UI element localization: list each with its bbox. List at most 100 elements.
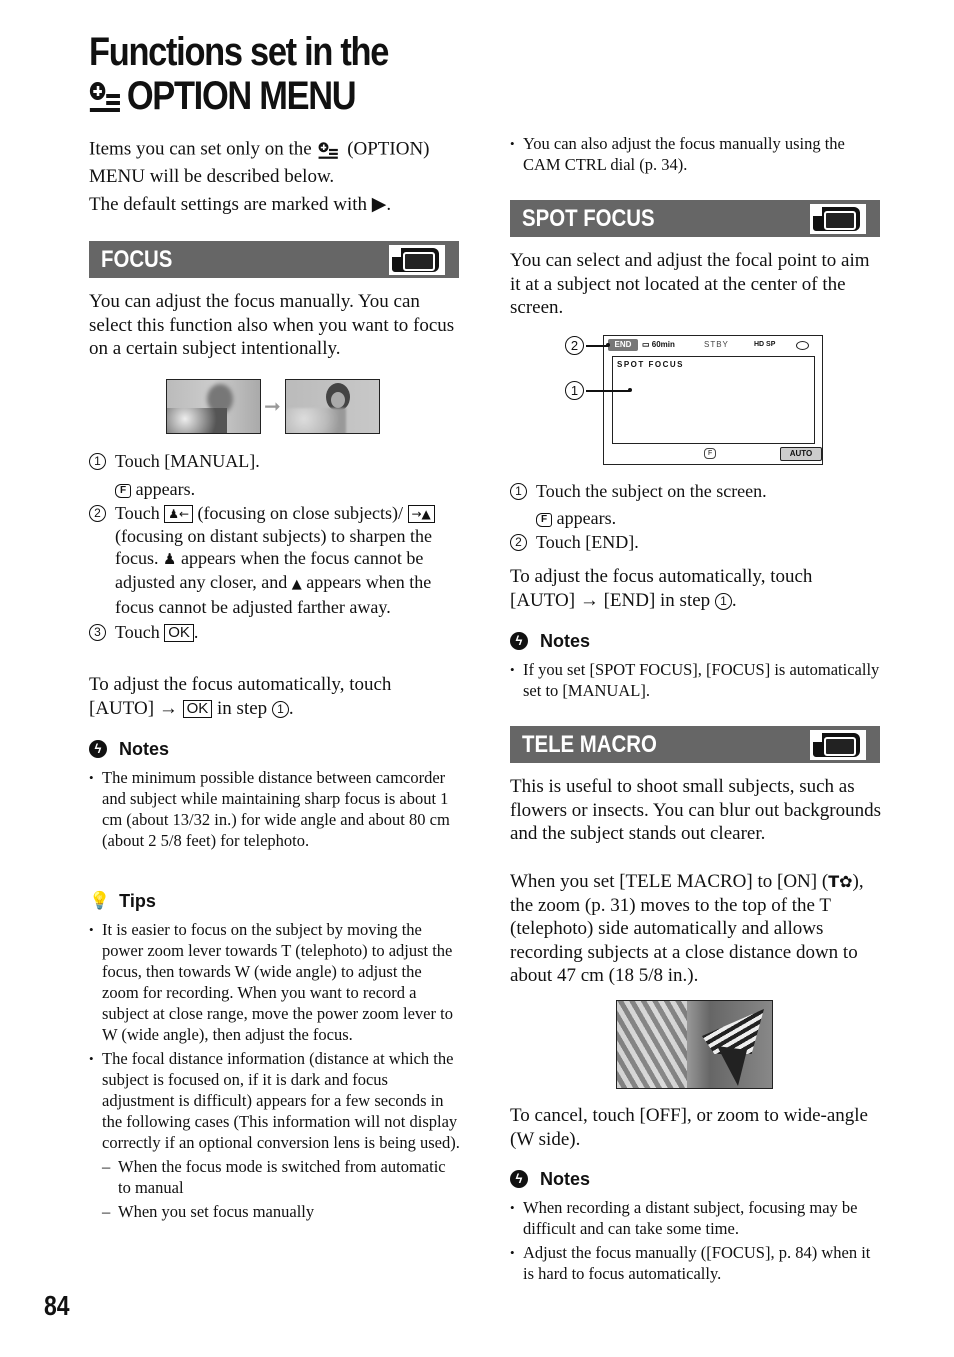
camera-mode-icon: [810, 204, 866, 234]
standby-status: STBY: [704, 340, 729, 349]
callout-number: 1: [565, 381, 584, 400]
tips-label: Tips: [119, 891, 156, 911]
step-number: 1: [510, 483, 527, 500]
focus-before-image: [166, 379, 261, 434]
step-text: Touch the subject on the screen.: [536, 481, 767, 501]
manual-focus-icon: F: [704, 448, 717, 459]
spot-focus-step-2: 2 Touch [END].: [510, 531, 882, 554]
auto-button: AUTO: [780, 447, 822, 461]
page-title: Functions set in the OPTION MENU: [89, 30, 389, 118]
tips-lightbulb-icon: 💡: [89, 891, 111, 911]
arrow-right-icon: ➞: [264, 394, 281, 418]
focus-tips-list: It is easier to focus on the subject by …: [89, 919, 461, 1222]
focus-after-image: [285, 379, 380, 434]
tele-macro-section-banner: TELE MACRO: [510, 726, 880, 763]
tele-macro-icon: T✿: [828, 872, 853, 891]
step-number: 1: [714, 592, 732, 610]
step-number: 2: [510, 534, 527, 551]
spot-focus-step-1: 1 Touch the subject on the screen. F app…: [510, 480, 882, 529]
step-number: 1: [271, 700, 289, 718]
focus-near-button: ♟←: [164, 505, 194, 523]
spot-focus-description: You can select and adjust the focal poin…: [510, 250, 870, 318]
intro-text-a: Items you can set only on the: [89, 138, 312, 160]
recording-quality: HD SP: [754, 341, 776, 348]
tele-macro-description: This is useful to shoot small subjects, …: [510, 776, 881, 844]
tip-item: You can also adjust the focus manually u…: [510, 133, 882, 175]
tele-macro-notes-header: ϟ Notes: [510, 1168, 882, 1190]
notes-label: Notes: [540, 1169, 591, 1189]
battery-time: 60min: [651, 340, 675, 349]
page-title-line2: OPTION MENU: [126, 74, 357, 118]
manual-focus-icon: F: [536, 512, 553, 527]
step-number: 2: [89, 505, 106, 522]
step-text: (focusing on close subjects)/: [197, 503, 403, 523]
option-menu-icon: [318, 142, 339, 159]
auto-text: in step: [217, 697, 268, 719]
media-icon: [796, 341, 809, 350]
spot-focus-lcd-screen: END ▭ 60min STBY HD SP SPOT FOCUS F AUTO: [603, 335, 823, 465]
auto-text: To adjust the focus automatically, touch…: [510, 566, 813, 611]
callout-number: 2: [565, 336, 584, 355]
far-limit-icon: ▲: [291, 576, 302, 592]
step-text: Touch: [115, 503, 160, 523]
end-button: END: [608, 339, 638, 351]
tele-macro-on-description: When you set [TELE MACRO] to [ON] (T✿), …: [510, 870, 882, 988]
focus-tips-continued: You can also adjust the focus manually u…: [510, 133, 882, 178]
spot-focus-notes-list: If you set [SPOT FOCUS], [FOCUS] is auto…: [510, 659, 882, 704]
focus-steps: 1 Touch [MANUAL]. F appears. 2 Touch ♟← …: [89, 450, 461, 643]
default-settings-note: The default settings are marked with ▶.: [89, 194, 392, 215]
near-limit-icon: ♟: [163, 550, 177, 568]
ok-button: OK: [182, 699, 213, 718]
tip-item: The focal distance information (distance…: [89, 1048, 461, 1153]
tip-item: It is easier to focus on the subject by …: [89, 919, 461, 1045]
notes-icon: ϟ: [89, 740, 107, 758]
step-number: 1: [89, 453, 106, 470]
option-menu-icon: [89, 81, 122, 112]
notes-icon: ϟ: [510, 632, 528, 650]
tip-subitem: When you set focus manually: [89, 1201, 461, 1222]
spot-focus-notes-header: ϟ Notes: [510, 630, 882, 652]
focus-notes-list: The minimum possible distance between ca…: [89, 767, 461, 854]
intro-paragraph: Items you can set only on the (OPTION) M…: [89, 135, 461, 189]
focus-step-3: 3 Touch OK.: [89, 621, 461, 644]
focus-step-2: 2 Touch ♟← (focusing on close subjects)/…: [89, 502, 461, 619]
callout-1: 1: [565, 381, 632, 401]
battery-indicator: ▭ 60min: [642, 340, 675, 349]
callout-2: 2: [565, 336, 610, 356]
spot-focus-heading: SPOT FOCUS: [522, 205, 655, 232]
tip-subitem: When the focus mode is switched from aut…: [89, 1156, 461, 1198]
lcd-touch-area: SPOT FOCUS: [612, 356, 815, 444]
spot-focus-section-banner: SPOT FOCUS: [510, 200, 880, 237]
step-subtext: appears.: [556, 507, 617, 528]
manual-focus-icon: F: [115, 483, 132, 498]
ok-button: OK: [164, 623, 194, 642]
step-text: Touch [END].: [536, 532, 639, 552]
step-text: Touch [MANUAL].: [115, 451, 260, 471]
focus-step-1: 1 Touch [MANUAL]. F appears.: [89, 450, 461, 500]
spot-focus-auto-instruction: To adjust the focus automatically, touch…: [510, 566, 813, 611]
focus-notes-header: ϟ Notes: [89, 738, 461, 760]
focus-auto-instruction: To adjust the focus automatically, touch…: [89, 674, 392, 719]
tele-macro-butterfly-image: [616, 1000, 773, 1089]
page-title-line1: Functions set in the: [89, 30, 389, 74]
step-number: 3: [89, 623, 106, 641]
note-item: When recording a distant subject, focusi…: [510, 1197, 882, 1239]
focus-tips-header: 💡 Tips: [89, 890, 461, 912]
camera-mode-icon: [810, 730, 866, 760]
step-subtext: appears.: [135, 478, 196, 499]
page-number: 84: [44, 1290, 70, 1321]
focus-far-button: →▲: [407, 505, 435, 523]
note-item: If you set [SPOT FOCUS], [FOCUS] is auto…: [510, 659, 882, 701]
tele-macro-cancel: To cancel, touch [OFF], or zoom to wide-…: [510, 1105, 868, 1150]
notes-icon: ϟ: [510, 1170, 528, 1188]
camera-mode-icon: [389, 245, 445, 275]
focus-description: You can adjust the focus manually. You c…: [89, 291, 455, 359]
lcd-screen-title: SPOT FOCUS: [617, 360, 685, 369]
focus-section-banner: FOCUS: [89, 241, 459, 278]
notes-label: Notes: [119, 739, 170, 759]
step-text: Touch: [115, 621, 160, 642]
tele-macro-text: When you set [TELE MACRO] to [ON] (: [510, 871, 829, 892]
focus-heading: FOCUS: [101, 246, 173, 273]
tele-macro-heading: TELE MACRO: [522, 731, 657, 758]
note-item: The minimum possible distance between ca…: [89, 767, 461, 851]
